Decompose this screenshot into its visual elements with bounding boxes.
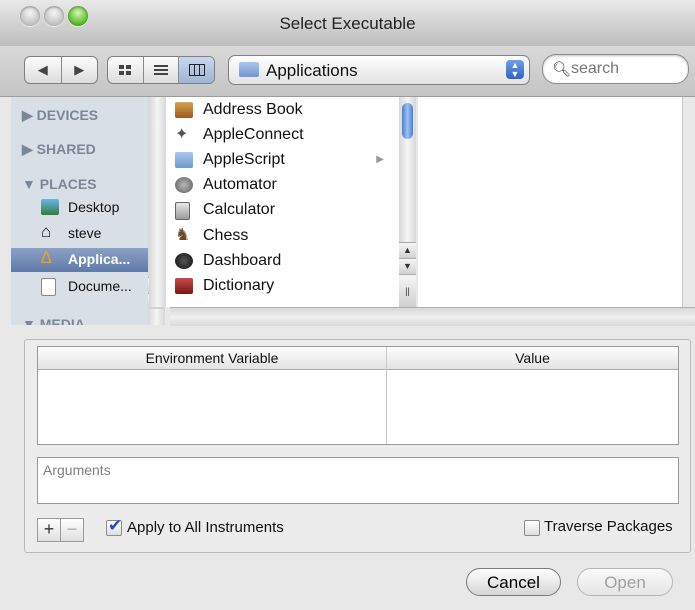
applications-column-scrollbar[interactable]: [149, 97, 166, 307]
location-popup[interactable]: Applications ▲ ▼: [228, 55, 530, 85]
chess-icon: ♞: [175, 225, 191, 244]
dictionary-icon: [175, 278, 193, 294]
forward-button[interactable]: ▶: [62, 57, 98, 83]
list-view-button[interactable]: [144, 57, 180, 83]
column-resize-handle[interactable]: ||: [399, 274, 416, 307]
sidebar-item-documents[interactable]: Docume...: [11, 275, 148, 299]
sidebar-section-shared[interactable]: ▶ SHARED: [22, 141, 96, 158]
select-executable-dialog: Select Executable ◀ ▶ Applications ▲ ▼ 🔍︎: [0, 0, 695, 610]
column-header-environment-variable[interactable]: Environment Variable: [38, 350, 386, 366]
list-item[interactable]: Dashboard: [169, 249, 394, 274]
applications-icon: ∆: [41, 248, 52, 267]
traverse-packages-label[interactable]: Traverse Packages: [544, 518, 673, 535]
icon-view-button[interactable]: [108, 57, 144, 83]
list-item[interactable]: Automator: [169, 173, 394, 198]
add-variable-button[interactable]: +: [37, 518, 61, 542]
folder-icon: [175, 152, 193, 168]
search-field[interactable]: 🔍︎: [542, 54, 689, 84]
open-button[interactable]: Open: [577, 568, 673, 596]
column-divider: [386, 347, 387, 444]
sidebar-item-desktop[interactable]: Desktop: [11, 196, 148, 220]
environment-table-header: Environment Variable Value: [38, 347, 678, 370]
dashboard-icon: [175, 253, 193, 269]
desktop-icon: [41, 199, 59, 215]
column-header-value[interactable]: Value: [387, 350, 678, 366]
back-button[interactable]: ◀: [25, 57, 62, 83]
applications-scroll-thumb[interactable]: [402, 103, 413, 139]
applications-folder-icon: [239, 62, 259, 77]
disclosure-chevron-icon: ▶: [376, 154, 384, 165]
sidebar-section-devices[interactable]: ▶ DEVICES: [22, 107, 98, 124]
sidebar-section-media[interactable]: ▼ MEDIA: [22, 316, 85, 325]
list-item[interactable]: Dictionary: [169, 274, 394, 299]
documents-icon: [41, 278, 56, 296]
list-item[interactable]: Address Book: [169, 98, 394, 123]
window-title: Select Executable: [279, 14, 416, 33]
apply-all-checkbox[interactable]: [106, 516, 122, 536]
list-item[interactable]: ✦ AppleConnect: [169, 123, 394, 148]
column-view-button[interactable]: [179, 57, 214, 83]
search-input[interactable]: [569, 58, 683, 80]
toolbar: ◀ ▶ Applications ▲ ▼ 🔍︎: [0, 46, 695, 97]
applications-scroll-down[interactable]: ▼: [399, 258, 416, 274]
browser-horizontal-scrollbar[interactable]: [170, 307, 695, 326]
list-item[interactable]: AppleScript ▶: [169, 148, 394, 173]
calculator-icon: [175, 202, 190, 220]
accessory-panel: Environment Variable Value Arguments + −…: [24, 339, 691, 553]
view-mode-control: [107, 56, 215, 84]
sidebar-section-places[interactable]: ▼ PLACES: [22, 176, 97, 192]
title-bar: Select Executable: [0, 0, 695, 46]
applications-scrollbar[interactable]: ▲ ▼ ||: [399, 97, 416, 307]
arguments-field[interactable]: Arguments: [37, 457, 679, 504]
list-item[interactable]: ♞ Chess: [169, 224, 394, 249]
apply-all-label[interactable]: Apply to All Instruments: [127, 519, 284, 536]
column-view-icon: [188, 64, 205, 76]
icon-view-icon: [119, 65, 132, 75]
back-forward-control: ◀ ▶: [24, 56, 98, 84]
arguments-placeholder: Arguments: [43, 462, 111, 478]
cancel-button[interactable]: Cancel: [466, 568, 561, 596]
traverse-packages-checkbox[interactable]: [524, 520, 540, 536]
location-label: Applications: [266, 61, 358, 80]
remove-variable-button[interactable]: −: [60, 518, 84, 542]
automator-icon: [175, 177, 193, 193]
popup-arrows-icon: ▲ ▼: [506, 60, 524, 79]
environment-table: Environment Variable Value: [37, 346, 679, 445]
sidebar: ▶ DEVICES ▶ SHARED ▼ PLACES Desktop ⌂ st…: [11, 97, 149, 325]
address-book-icon: [175, 102, 193, 118]
appleconnect-icon: ✦: [175, 126, 189, 143]
list-item[interactable]: Calculator: [169, 198, 394, 223]
applications-column: Address Book ✦ AppleConnect AppleScript …: [149, 97, 400, 307]
preview-column: [418, 97, 683, 307]
list-view-icon: [154, 65, 168, 75]
sidebar-item-applications[interactable]: ∆ Applica...: [11, 248, 148, 272]
sidebar-item-steve[interactable]: ⌂ steve: [11, 222, 148, 246]
applications-scroll-up[interactable]: ▲: [399, 242, 416, 258]
home-icon: ⌂: [41, 222, 52, 241]
